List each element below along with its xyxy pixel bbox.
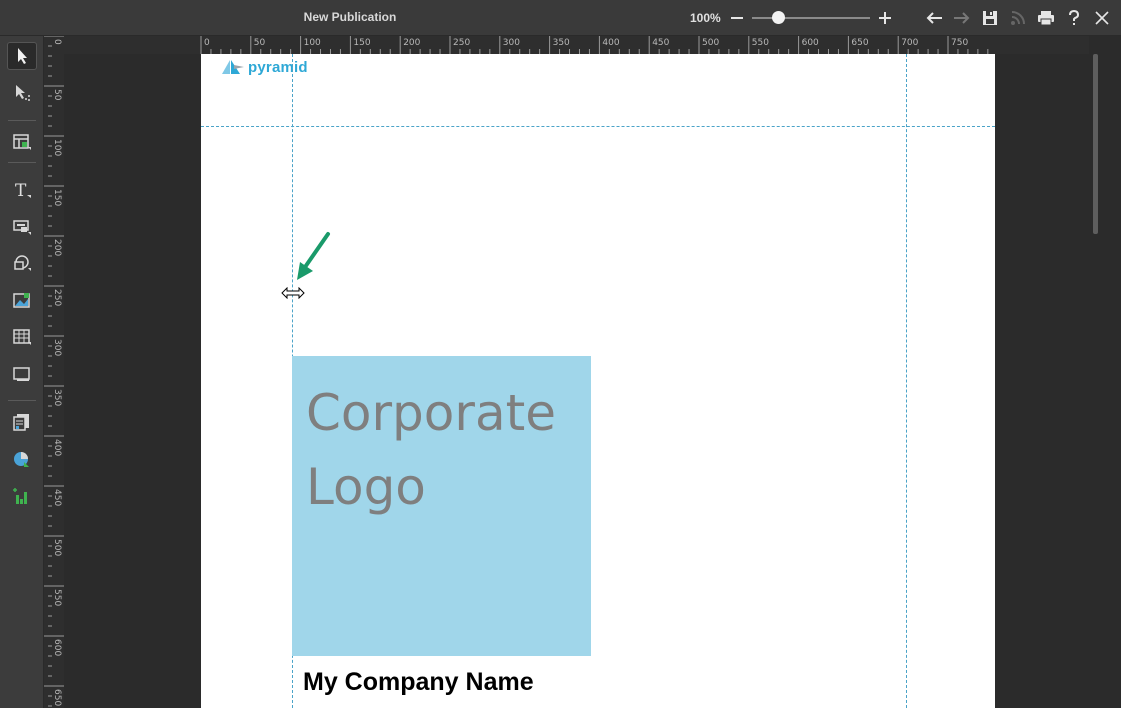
ruler-label: 450 (652, 38, 669, 48)
annotation-arrow-icon (297, 232, 330, 280)
page-report-icon (13, 414, 29, 431)
bar-chart-tool-button[interactable] (7, 482, 37, 510)
ruler-label: 700 (901, 38, 918, 48)
logo-placeholder-text: Corporate Logo (306, 376, 591, 524)
toolbar-divider (8, 400, 36, 401)
shape-tool-button[interactable] (7, 249, 37, 277)
vertical-ruler: 0 50 100 150 200 250 300 350 400 450 500 550 600 650 (44, 36, 64, 708)
ruler-label: 500 (52, 539, 62, 556)
save-icon (983, 11, 997, 25)
logo-text-line2: Logo (306, 458, 426, 516)
select-tool-button[interactable] (7, 42, 37, 70)
zoom-slider-handle[interactable] (772, 11, 785, 24)
ruler-label: 600 (52, 639, 62, 656)
vertical-guide-line-right[interactable] (906, 54, 907, 708)
text-tool-button[interactable]: T (7, 176, 37, 204)
ruler-label: 50 (52, 89, 62, 101)
undo-button[interactable] (924, 8, 944, 28)
save-button[interactable] (980, 8, 1000, 28)
ruler-label: 100 (304, 38, 321, 48)
horizontal-ruler: 0 50 100 150 200 250 300 350 400 450 500 550 600 650 7… (64, 36, 1089, 54)
ruler-label: 50 (254, 38, 266, 48)
ruler-label: 650 (52, 689, 62, 706)
direct-select-arrow-icon (16, 85, 30, 101)
horizontal-guide-line[interactable] (201, 126, 995, 127)
company-name-text[interactable]: My Company Name (303, 668, 534, 697)
ruler-label: 450 (52, 489, 62, 506)
feed-button[interactable] (1008, 8, 1028, 28)
ruler-label: 500 (702, 38, 719, 48)
zoom-slider-track[interactable] (752, 17, 870, 19)
vertical-scrollbar-thumb[interactable] (1093, 54, 1098, 234)
chart-bar-icon (13, 488, 27, 504)
table-tool-button[interactable] (7, 323, 37, 351)
frame-icon (13, 367, 30, 381)
toolbar-divider (8, 162, 36, 163)
pie-chart-tool-button[interactable] (7, 445, 37, 473)
title-bar: New Publication 100% (0, 0, 1121, 36)
help-icon (1069, 10, 1080, 25)
ruler-label: 550 (52, 589, 62, 606)
ruler-label: 0 (204, 38, 210, 48)
direct-select-tool-button[interactable] (7, 79, 37, 107)
table-icon (13, 329, 31, 345)
ruler-label: 200 (403, 38, 420, 48)
publication-page[interactable]: pyramid Corporate Logo My Company Name (201, 54, 995, 708)
image-tool-button[interactable] (7, 286, 37, 314)
logo-text-line1: Corporate (306, 384, 556, 442)
undo-arrow-icon (926, 12, 942, 24)
window-title: New Publication (303, 10, 397, 24)
zoom-in-button[interactable] (875, 8, 895, 28)
shape-icon (14, 255, 31, 271)
text-box-tool-button[interactable] (7, 213, 37, 241)
ruler-label: 300 (503, 38, 520, 48)
ruler-label: 350 (553, 38, 570, 48)
chart-pie-icon (14, 452, 29, 467)
redo-arrow-icon (954, 12, 970, 24)
ruler-label: 200 (52, 239, 62, 256)
brand-logo: pyramid (221, 57, 308, 77)
ruler-label: 400 (602, 38, 619, 48)
ruler-label: 600 (802, 38, 819, 48)
ruler-label: 750 (951, 38, 968, 48)
help-button[interactable] (1064, 8, 1084, 28)
close-icon (1095, 11, 1109, 25)
ruler-label: 300 (52, 339, 62, 356)
print-icon (1038, 11, 1054, 26)
svg-text:T: T (15, 181, 27, 199)
zoom-out-button[interactable] (727, 8, 747, 28)
print-button[interactable] (1036, 8, 1056, 28)
text-icon: T (15, 181, 31, 199)
resize-cursor-icon (281, 287, 305, 299)
report-tool-button[interactable] (7, 408, 37, 436)
ruler-label: 650 (851, 38, 868, 48)
ruler-label: 100 (52, 139, 62, 156)
ruler-label: 0 (52, 39, 62, 45)
ruler-label: 550 (752, 38, 769, 48)
zoom-level: 100% (690, 11, 721, 25)
layout-tool-button[interactable] (7, 128, 37, 156)
zoom-out-icon (731, 17, 743, 19)
ruler-label: 150 (52, 189, 62, 206)
rss-feed-icon (1011, 11, 1025, 25)
tools-panel: T (0, 36, 44, 708)
image-icon (13, 293, 30, 308)
ruler-label: 250 (52, 289, 62, 306)
ruler-label: 250 (453, 38, 470, 48)
pyramid-logo-icon (222, 60, 244, 74)
ruler-label: 150 (353, 38, 370, 48)
ruler-label: 350 (52, 389, 62, 406)
text-box-icon (13, 220, 31, 235)
frame-tool-button[interactable] (7, 360, 37, 388)
brand-name: pyramid (248, 58, 308, 76)
ruler-label: 400 (52, 439, 62, 456)
zoom-in-icon (879, 12, 891, 24)
layout-template-icon (13, 134, 31, 150)
select-arrow-icon (18, 48, 27, 64)
toolbar-divider (8, 120, 36, 121)
redo-button[interactable] (952, 8, 972, 28)
close-button[interactable] (1092, 8, 1112, 28)
logo-placeholder[interactable]: Corporate Logo (292, 356, 591, 656)
